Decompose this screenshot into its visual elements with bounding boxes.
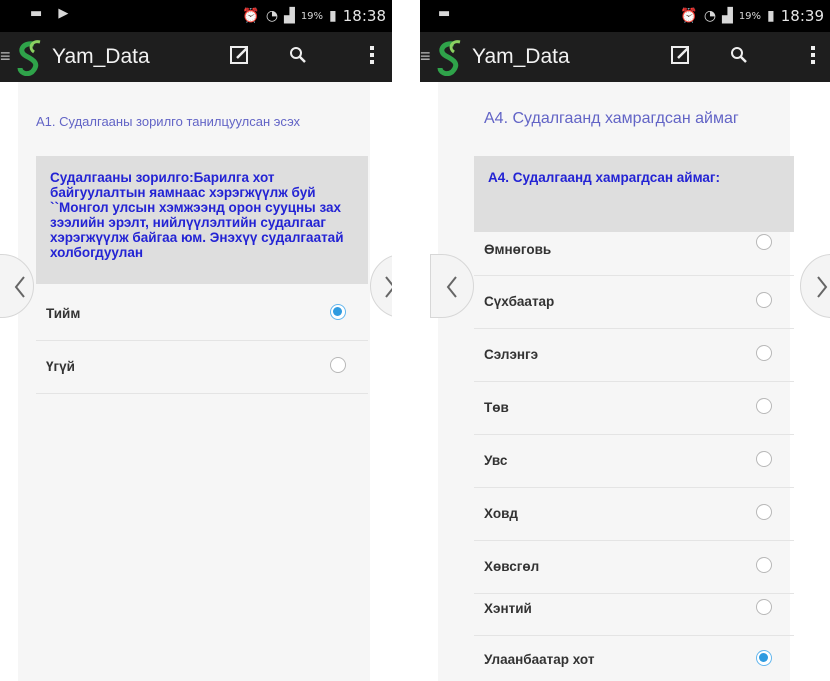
app-logo-icon [17, 40, 41, 76]
app-title: Yam_Data [52, 45, 150, 68]
battery-percent: 19% [300, 10, 324, 22]
radio-button-selected[interactable] [756, 650, 772, 666]
option-label: Хэнтий [484, 601, 532, 616]
wifi-icon: ◔ [703, 8, 717, 24]
radio-button[interactable] [756, 451, 772, 467]
search-icon[interactable] [285, 44, 311, 70]
option-row[interactable]: Ховд [474, 488, 794, 541]
radio-button[interactable] [756, 504, 772, 520]
question-text-box: А4. Судалгаанд хамрагдсан аймаг: [474, 156, 794, 232]
option-label: Үгүй [46, 359, 75, 374]
signal-icon: ▟ [722, 8, 733, 24]
status-bar: ▬ ⏰ ◔ ▟ 19% ▮ 18:39 [420, 0, 830, 32]
app-logo-icon [437, 40, 461, 76]
radio-button[interactable] [756, 599, 772, 615]
battery-icon: ▮ [767, 8, 775, 24]
next-button[interactable] [800, 254, 830, 318]
option-row[interactable]: Өмнөговь [474, 228, 794, 276]
option-row[interactable]: Сэлэнгэ [474, 329, 794, 382]
status-bar: ▬ ▶ ⏰ ◔ ▟ 19% ▮ 18:38 [0, 0, 392, 32]
chevron-left-icon [14, 276, 25, 298]
chevron-right-icon [385, 276, 392, 298]
notification-icons: ▬ ▶ [30, 6, 75, 21]
alarm-icon: ⏰ [242, 8, 260, 24]
question-title: А1. Судалгааны зорилго танилцуулсан эсэх [36, 114, 301, 129]
app-bar: ≡ Yam_Data [420, 32, 830, 82]
option-label: Өмнөговь [484, 242, 552, 257]
wifi-icon: ◔ [265, 8, 279, 24]
menu-icon[interactable]: ≡ [420, 46, 431, 67]
radio-button[interactable] [756, 292, 772, 308]
chevron-left-icon [446, 276, 457, 298]
notification-icons: ▬ [438, 6, 457, 21]
battery-percent: 19% [738, 10, 762, 22]
option-label: Сүхбаатар [484, 294, 555, 309]
option-row[interactable]: Увс [474, 435, 794, 488]
option-row[interactable]: Төв [474, 382, 794, 435]
option-label: Тийм [46, 306, 81, 321]
alarm-icon: ⏰ [680, 8, 698, 24]
question-text: Судалгааны зорилго:Барилга хот байгуулал… [50, 170, 344, 260]
radio-button[interactable] [330, 357, 346, 373]
option-label: Сэлэнгэ [484, 347, 539, 362]
overflow-menu-icon[interactable] [359, 44, 385, 70]
edit-icon[interactable] [668, 44, 694, 70]
left-screen: ▬ ▶ ⏰ ◔ ▟ 19% ▮ 18:38 ≡ Yam_Data А1. Суд… [0, 0, 392, 681]
question-text: А4. Судалгаанд хамрагдсан аймаг: [488, 170, 721, 185]
option-label: Ховд [484, 506, 518, 521]
option-label: Улаанбаатар хот [484, 652, 595, 667]
option-row-no[interactable]: Үгүй [36, 341, 368, 394]
next-button[interactable] [370, 254, 392, 318]
option-label: Увс [484, 453, 508, 468]
status-time: 18:39 [780, 7, 824, 25]
radio-button[interactable] [756, 234, 772, 250]
right-screen: ▬ ⏰ ◔ ▟ 19% ▮ 18:39 ≡ Yam_Data А4. Судал… [420, 0, 830, 681]
signal-icon: ▟ [284, 8, 295, 24]
menu-icon[interactable]: ≡ [0, 46, 11, 67]
search-icon[interactable] [726, 44, 752, 70]
radio-button[interactable] [756, 345, 772, 361]
question-text-box: Судалгааны зорилго:Барилга хот байгуулал… [36, 156, 368, 284]
chevron-right-icon [817, 276, 828, 298]
option-row-yes[interactable]: Тийм [36, 288, 368, 341]
edit-icon[interactable] [227, 44, 253, 70]
option-label: Хөвсгөл [484, 559, 540, 574]
option-row[interactable]: Улаанбаатар хот [474, 634, 794, 681]
status-time: 18:38 [342, 7, 386, 25]
battery-icon: ▮ [329, 8, 337, 24]
option-row[interactable]: Сүхбаатар [474, 276, 794, 329]
overflow-menu-icon[interactable] [800, 44, 826, 70]
app-title: Yam_Data [472, 45, 570, 68]
option-row[interactable]: Хэнтий [474, 583, 794, 636]
option-label: Төв [484, 400, 509, 415]
radio-button[interactable] [756, 557, 772, 573]
radio-button[interactable] [756, 398, 772, 414]
question-title: А4. Судалгаанд хамрагдсан аймаг [484, 110, 739, 127]
app-bar: ≡ Yam_Data [0, 32, 392, 82]
radio-button-selected[interactable] [330, 304, 346, 320]
